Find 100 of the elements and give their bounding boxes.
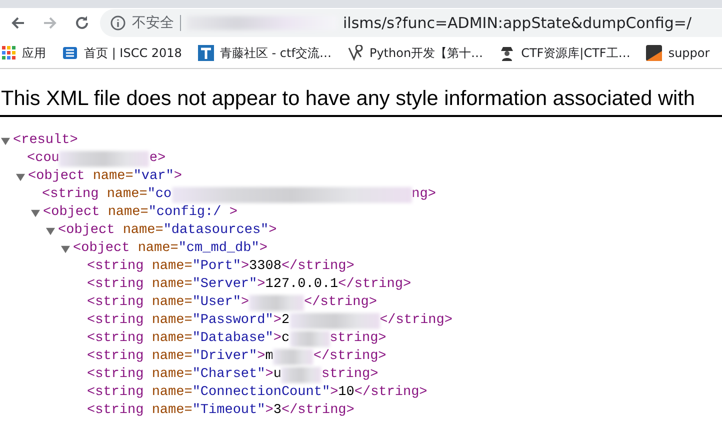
xml-tag: > [265, 366, 274, 384]
xml-tag: string> [321, 366, 378, 384]
xml-attr: name= [106, 204, 148, 222]
xml-tag: <object [73, 240, 130, 258]
xml-tag: > [257, 276, 266, 294]
redaction-blur [273, 349, 314, 365]
toggle-triangle-icon[interactable] [1, 136, 10, 146]
xml-attr: name= [150, 348, 192, 366]
xml-text: c [281, 330, 290, 348]
xml-attr: name= [106, 186, 148, 204]
xml-text: 10 [338, 384, 354, 402]
xml-tag: </string> [281, 258, 354, 276]
xml-attr: name= [150, 402, 192, 420]
toggle-triangle-icon[interactable] [16, 172, 25, 182]
hat-figure-icon [499, 45, 516, 61]
apps-grid-icon [2, 46, 16, 60]
toggle-triangle-icon[interactable] [61, 244, 70, 254]
xml-tag: </string> [313, 348, 386, 366]
xml-attr: name= [136, 240, 178, 258]
xml-attr: name= [150, 384, 192, 402]
forward-arrow-icon [42, 15, 58, 31]
xml-text: u [273, 366, 282, 384]
xml-tag: > [273, 330, 282, 348]
xml-text: m [265, 348, 274, 366]
xml-tag: ng> [412, 186, 436, 204]
xml-tag: </string> [380, 312, 452, 330]
xml-tag: <string [87, 276, 144, 294]
xml-tag: > [259, 240, 268, 258]
xml-tag: > [265, 402, 274, 420]
toggle-triangle-icon[interactable] [46, 226, 55, 236]
xml-tag: <result> [13, 132, 78, 150]
xml-value: "User" [192, 294, 241, 312]
xml-tag: <string [42, 186, 99, 204]
xml-tag: <string [87, 312, 144, 330]
xml-attr: name= [150, 312, 192, 330]
xml-tag: <string [87, 294, 144, 312]
xml-tag: <string [87, 258, 144, 276]
xml-tag: <string [87, 348, 144, 366]
xml-notice-text: This XML file does not appear to have any style information associated with [0, 87, 722, 117]
xml-tag: <cou [27, 150, 60, 168]
address-bar[interactable]: 不安全 ilsms/s?func=ADMIN:appState&dumpConfig=/ [100, 9, 722, 37]
xml-attr: name= [122, 222, 164, 240]
xml-attr: name= [150, 258, 192, 276]
xml-text: 2 [281, 312, 290, 330]
bookmark-link[interactable]: 应用 [2, 44, 46, 62]
redaction-blur [290, 331, 330, 347]
xml-attr: name= [150, 276, 192, 294]
xml-value: "Password" [192, 312, 274, 330]
bookmark-link[interactable]: CTF资源库|CTF工… [499, 44, 630, 62]
back-arrow-icon [10, 15, 26, 31]
xml-value: "datasources" [163, 222, 269, 240]
xml-tag: > [273, 312, 282, 330]
reload-icon [74, 15, 90, 31]
toggle-triangle-icon[interactable] [31, 208, 40, 218]
xml-tag: </string> [338, 276, 412, 294]
xml-tag: <string [87, 330, 144, 348]
xml-tag: > [240, 294, 250, 312]
xml-tag: <string [87, 384, 144, 402]
xml-value: "Port" [192, 258, 241, 276]
xml-value: "var" [133, 168, 174, 186]
xml-tag: > [330, 384, 338, 402]
security-label: 不安全 [132, 14, 174, 32]
redaction-blur [281, 367, 322, 383]
xml-tag: <object [28, 168, 85, 186]
squiggle-logo-icon [347, 45, 364, 61]
xml-tag: <object [58, 222, 115, 240]
xml-tag: e> [149, 150, 166, 168]
xml-tag: > [257, 348, 266, 366]
xml-value: "Server" [192, 276, 258, 294]
xml-attr: name= [92, 168, 134, 186]
xml-tag: <string [87, 366, 144, 384]
bookmark-link[interactable]: 青藤社区 - ctf交流… [198, 44, 332, 62]
xml-attr: name= [150, 366, 192, 384]
xml-value: "Timeout" [192, 402, 266, 420]
xml-tag: > [240, 258, 250, 276]
xml-value: "Driver" [192, 348, 258, 366]
site-logo-icon [62, 45, 78, 61]
bookmark-link[interactable]: Python开发【第十… [347, 44, 484, 62]
xml-value: "Charset" [192, 366, 266, 384]
xml-tag: </string> [354, 384, 428, 402]
xml-tag: <string [87, 402, 144, 420]
xml-value: "Database" [192, 330, 274, 348]
xml-text: 3 [273, 402, 282, 420]
xml-value: "config:/ [148, 204, 222, 222]
xml-tag: <object [43, 204, 100, 222]
xml-tag: > [268, 222, 277, 240]
slash-logo-icon [646, 45, 662, 61]
xml-tag: > [221, 204, 238, 222]
letter-t-logo-icon [198, 45, 214, 61]
xml-value: "ConnectionCount" [192, 384, 330, 402]
xml-attr: name= [150, 294, 192, 312]
xml-tag: </string> [304, 294, 377, 312]
xml-value: "co [147, 186, 172, 204]
redaction-blur [249, 295, 304, 311]
xml-tag: string> [330, 330, 386, 348]
xml-value: "cm_md_db" [178, 240, 260, 258]
bookmark-link[interactable]: 首页 | ISCC 2018 [62, 44, 182, 62]
xml-tag: </string> [281, 402, 354, 420]
bookmark-link[interactable]: suppor [646, 45, 710, 61]
xml-attr: name= [150, 330, 192, 348]
